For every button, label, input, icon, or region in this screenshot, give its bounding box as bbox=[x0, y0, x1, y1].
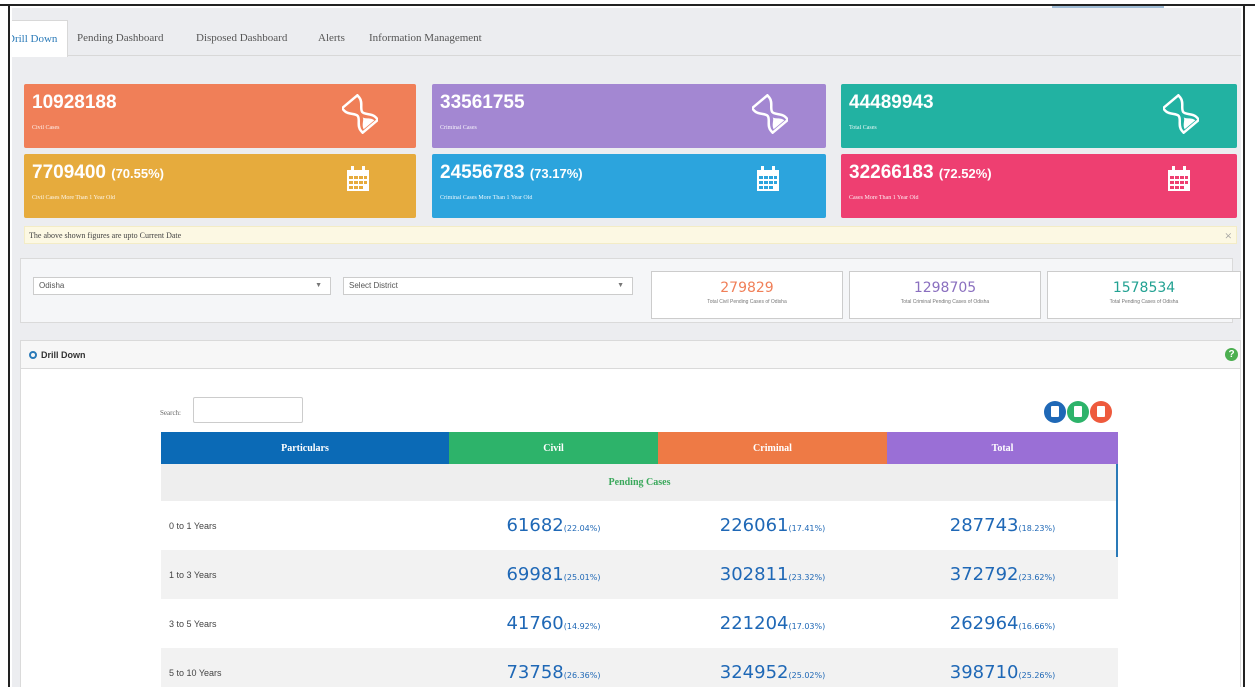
total-cell[interactable]: 287743(18.23%) bbox=[887, 501, 1118, 550]
notice-banner: The above shown figures are upto Current… bbox=[24, 226, 1237, 244]
pending-cases-table: Particulars Civil Criminal Total Pending… bbox=[161, 432, 1118, 687]
section-row: Pending Cases bbox=[161, 464, 1118, 501]
card-label: Total Cases bbox=[849, 125, 877, 131]
search-label: Search: bbox=[160, 409, 181, 417]
column-header-criminal[interactable]: Criminal bbox=[658, 432, 887, 464]
state-select-value: Odisha bbox=[39, 281, 65, 290]
help-icon[interactable]: ? bbox=[1225, 348, 1238, 361]
tab-disposed-dashboard[interactable]: Disposed Dashboard bbox=[186, 20, 297, 56]
dashboard-app: Drill Down Pending Dashboard Disposed Da… bbox=[12, 8, 1241, 687]
civil-cell[interactable]: 61682(22.04%) bbox=[449, 501, 658, 550]
summary-value: 1578534 bbox=[1112, 280, 1176, 296]
criminal-cell[interactable]: 226061(17.41%) bbox=[658, 501, 887, 550]
district-select[interactable]: Select District ▼ bbox=[343, 277, 633, 295]
summary-label: Total Pending Cases of Odisha bbox=[1109, 299, 1179, 305]
total-cases-old-card[interactable]: 32266183 (72.52%) Cases More Than 1 Year… bbox=[841, 154, 1237, 218]
hourglass-icon bbox=[342, 94, 378, 134]
table-row: 3 to 5 Years 41760(14.92%) 221204(17.03%… bbox=[161, 599, 1118, 648]
card-value: 33561755 bbox=[440, 92, 525, 113]
calendar-icon bbox=[757, 166, 779, 191]
search-input[interactable] bbox=[193, 397, 303, 423]
table-row: 1 to 3 Years 69981(25.01%) 302811(23.32%… bbox=[161, 550, 1118, 599]
panel-header: Drill Down ? bbox=[21, 341, 1240, 369]
row-label: 0 to 1 Years bbox=[169, 520, 217, 531]
calendar-icon bbox=[1168, 166, 1190, 191]
window-left-border bbox=[0, 6, 10, 687]
summary-value: 279829 bbox=[720, 280, 774, 296]
criminal-cases-old-card[interactable]: 24556783 (73.17%) Criminal Cases More Th… bbox=[432, 154, 826, 218]
column-header-particulars[interactable]: Particulars bbox=[161, 432, 449, 464]
table-row: 0 to 1 Years 61682(22.04%) 226061(17.41%… bbox=[161, 501, 1118, 550]
total-pending-summary: 1578534 Total Pending Cases of Odisha bbox=[1047, 271, 1241, 319]
calendar-icon bbox=[347, 166, 369, 191]
criminal-cases-card[interactable]: 33561755 Criminal Cases bbox=[432, 84, 826, 148]
civil-cases-old-card[interactable]: 7709400 (70.55%) Civil Cases More Than 1… bbox=[24, 154, 416, 218]
card-label: Cases More Than 1 Year Old bbox=[849, 195, 919, 201]
criminal-cell[interactable]: 221204(17.03%) bbox=[658, 599, 887, 648]
document-icon bbox=[1074, 406, 1082, 417]
tab-pending-dashboard[interactable]: Pending Dashboard bbox=[67, 20, 173, 56]
window-top-accent bbox=[1052, 0, 1164, 8]
chevron-down-icon: ▼ bbox=[617, 282, 624, 289]
district-select-value: Select District bbox=[349, 281, 398, 290]
close-icon[interactable]: × bbox=[1225, 227, 1232, 244]
card-value: 24556783 (73.17%) bbox=[440, 162, 583, 183]
excel-export-button[interactable] bbox=[1067, 401, 1089, 423]
tab-alerts[interactable]: Alerts bbox=[308, 20, 355, 56]
total-cell[interactable]: 262964(16.66%) bbox=[887, 599, 1118, 648]
civil-cell[interactable]: 73758(26.36%) bbox=[449, 648, 658, 687]
criminal-cell[interactable]: 302811(23.32%) bbox=[658, 550, 887, 599]
summary-value: 1298705 bbox=[913, 280, 977, 296]
summary-label: Total Civil Pending Cases of Odisha bbox=[707, 299, 787, 305]
chevron-down-icon: ▼ bbox=[315, 282, 322, 289]
panel-title[interactable]: Drill Down bbox=[29, 341, 86, 369]
state-select[interactable]: Odisha ▼ bbox=[33, 277, 331, 295]
total-cell[interactable]: 372792(23.62%) bbox=[887, 550, 1118, 599]
civil-cell[interactable]: 41760(14.92%) bbox=[449, 599, 658, 648]
hourglass-icon bbox=[752, 94, 788, 134]
criminal-pending-summary: 1298705 Total Criminal Pending Cases of … bbox=[849, 271, 1041, 319]
tab-information-management[interactable]: Information Management bbox=[359, 20, 492, 56]
total-cases-card[interactable]: 44489943 Total Cases bbox=[841, 84, 1237, 148]
card-value: 44489943 bbox=[849, 92, 934, 113]
pdf-download-button[interactable] bbox=[1090, 401, 1112, 423]
card-value: 7709400 (70.55%) bbox=[32, 162, 164, 183]
table-row: 5 to 10 Years 73758(26.36%) 324952(25.02… bbox=[161, 648, 1118, 687]
section-title: Pending Cases bbox=[161, 464, 1118, 501]
card-value: 10928188 bbox=[32, 92, 117, 113]
document-icon bbox=[1097, 406, 1105, 417]
row-label: 5 to 10 Years bbox=[161, 648, 449, 687]
card-label: Civil Cases bbox=[32, 125, 60, 131]
card-label: Criminal Cases More Than 1 Year Old bbox=[440, 195, 533, 201]
civil-cases-card[interactable]: 10928188 Civil Cases bbox=[24, 84, 416, 148]
card-value: 32266183 (72.52%) bbox=[849, 162, 992, 183]
card-label: Criminal Cases bbox=[440, 125, 477, 131]
table-header-row: Particulars Civil Criminal Total bbox=[161, 432, 1118, 464]
summary-label: Total Criminal Pending Cases of Odisha bbox=[900, 299, 990, 305]
civil-pending-summary: 279829 Total Civil Pending Cases of Odis… bbox=[651, 271, 843, 319]
row-label: 3 to 5 Years bbox=[169, 618, 217, 629]
tab-drill-down[interactable]: Drill Down bbox=[12, 20, 69, 57]
drill-down-panel: Drill Down ? Search: Particulars Civil C… bbox=[20, 340, 1241, 687]
filter-bar: Odisha ▼ Select District ▼ 279829 Total … bbox=[20, 258, 1241, 323]
row-label: 1 to 3 Years bbox=[161, 550, 449, 599]
notice-text: The above shown figures are upto Current… bbox=[29, 231, 182, 240]
civil-cell[interactable]: 69981(25.01%) bbox=[449, 550, 658, 599]
criminal-cell[interactable]: 324952(25.02%) bbox=[658, 648, 887, 687]
window-right-border bbox=[1243, 6, 1255, 687]
document-icon bbox=[1051, 406, 1059, 417]
column-header-civil[interactable]: Civil bbox=[449, 432, 658, 464]
total-cell[interactable]: 398710(25.26%) bbox=[887, 648, 1118, 687]
tab-bar: Drill Down Pending Dashboard Disposed Da… bbox=[12, 20, 1241, 57]
hourglass-icon bbox=[1163, 94, 1199, 134]
circle-icon bbox=[29, 351, 37, 359]
pdf-export-button[interactable] bbox=[1044, 401, 1066, 423]
column-header-total[interactable]: Total bbox=[887, 432, 1118, 464]
card-label: Civil Cases More Than 1 Year Old bbox=[32, 195, 116, 201]
table-scrollbar[interactable] bbox=[1116, 464, 1118, 557]
